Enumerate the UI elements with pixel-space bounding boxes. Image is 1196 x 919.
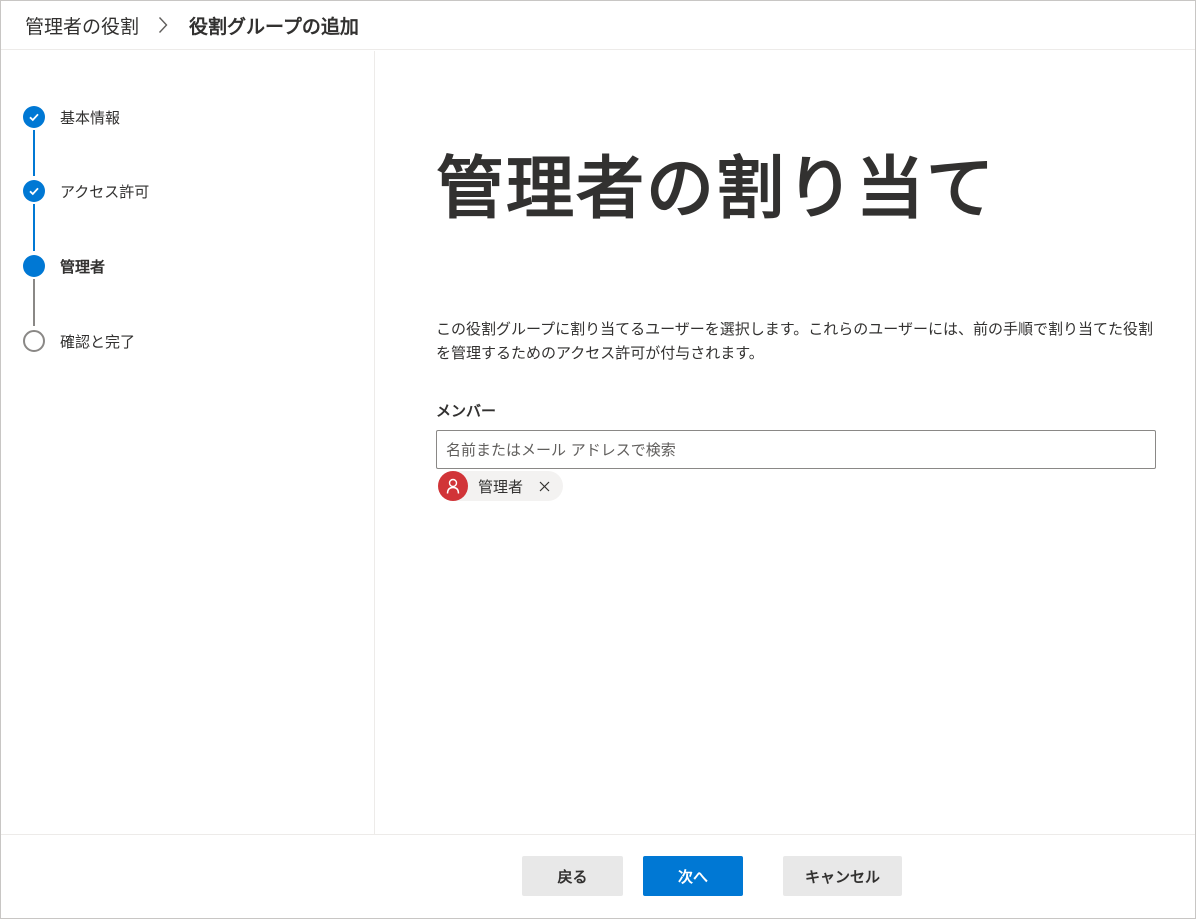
main-content: 管理者の割り当て この役割グループに割り当てるユーザーを選択します。これらのユー…	[376, 51, 1195, 834]
member-name: 管理者	[478, 477, 524, 496]
step-label: 確認と完了	[60, 332, 136, 351]
breadcrumb-current: 役割グループの追加	[189, 15, 359, 38]
selected-member-chip: 管理者	[438, 471, 564, 501]
page-title: 管理者の割り当て	[436, 150, 997, 229]
close-icon[interactable]	[533, 475, 555, 497]
step-admins[interactable]: 管理者	[23, 255, 105, 277]
breadcrumb: 管理者の役割 役割グループの追加	[1, 1, 1195, 50]
step-connector	[33, 279, 35, 326]
page-description: この役割グループに割り当てるユーザーを選択します。これらのユーザーには、前の手順…	[436, 320, 1154, 362]
wizard-footer: 戻る 次へ キャンセル	[1, 834, 1195, 918]
back-button[interactable]: 戻る	[522, 856, 623, 896]
cancel-button[interactable]: キャンセル	[783, 856, 902, 896]
step-connector	[33, 130, 35, 176]
empty-circle-icon	[23, 330, 45, 352]
members-label: メンバー	[436, 402, 497, 420]
next-button[interactable]: 次へ	[643, 856, 743, 896]
step-label: 基本情報	[60, 108, 121, 127]
step-label: 管理者	[60, 257, 106, 276]
chevron-right-icon	[149, 15, 177, 35]
current-step-dot-icon	[23, 255, 45, 277]
avatar	[438, 471, 468, 501]
step-review[interactable]: 確認と完了	[23, 330, 135, 352]
step-connector	[33, 204, 35, 251]
member-search-input[interactable]	[436, 430, 1156, 469]
check-circle-icon	[23, 106, 45, 128]
wizard-steps: 基本情報 アクセス許可 管理者 確認と完了	[1, 51, 375, 834]
check-circle-icon	[23, 180, 45, 202]
breadcrumb-root[interactable]: 管理者の役割	[25, 12, 139, 39]
step-basics[interactable]: 基本情報	[23, 106, 120, 128]
step-permissions[interactable]: アクセス許可	[23, 180, 149, 202]
person-icon	[446, 478, 460, 494]
step-label: アクセス許可	[60, 182, 150, 201]
